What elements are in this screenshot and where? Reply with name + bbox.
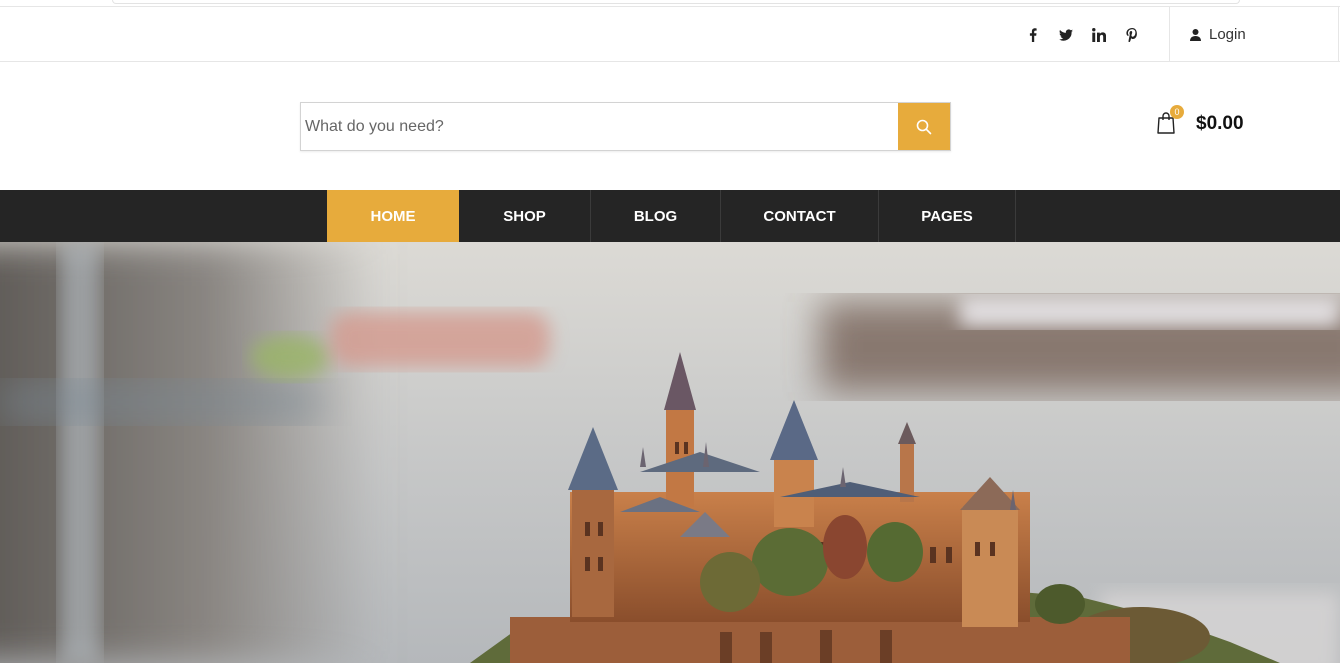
topbar-divider: [1169, 7, 1170, 62]
topbar: Login: [0, 6, 1340, 62]
facebook-icon[interactable]: [1016, 7, 1049, 62]
hero-banner: [0, 242, 1340, 663]
cart-total: $0.00: [1196, 113, 1244, 134]
cart-count-badge: 0: [1170, 105, 1184, 119]
nav-item-contact[interactable]: CONTACT: [721, 190, 879, 242]
main-nav: HOME SHOP BLOG CONTACT PAGES: [0, 190, 1340, 242]
pinterest-icon[interactable]: [1115, 7, 1148, 62]
twitter-icon[interactable]: [1049, 7, 1082, 62]
header: 0 $0.00: [0, 62, 1340, 190]
social-links: [1016, 7, 1148, 62]
castle-on-hill-photo: [0, 242, 1340, 663]
login-link[interactable]: Login: [1190, 7, 1246, 62]
nav-item-home[interactable]: HOME: [327, 190, 459, 242]
cart-bag: 0: [1157, 105, 1184, 136]
search-bar: [300, 102, 951, 151]
nav-items: HOME SHOP BLOG CONTACT PAGES: [327, 190, 1016, 242]
nav-item-shop[interactable]: SHOP: [459, 190, 591, 242]
nav-item-blog[interactable]: BLOG: [591, 190, 721, 242]
search-icon: [916, 119, 932, 134]
top-edge-remnant: [112, 0, 1240, 4]
search-input[interactable]: [301, 103, 898, 150]
cart[interactable]: 0 $0.00: [1157, 105, 1244, 136]
topbar-divider-right: [1338, 7, 1339, 62]
linkedin-icon[interactable]: [1082, 7, 1115, 62]
nav-item-pages[interactable]: PAGES: [879, 190, 1016, 242]
search-button[interactable]: [898, 103, 950, 150]
login-label: Login: [1209, 26, 1246, 43]
user-icon: [1190, 28, 1201, 41]
